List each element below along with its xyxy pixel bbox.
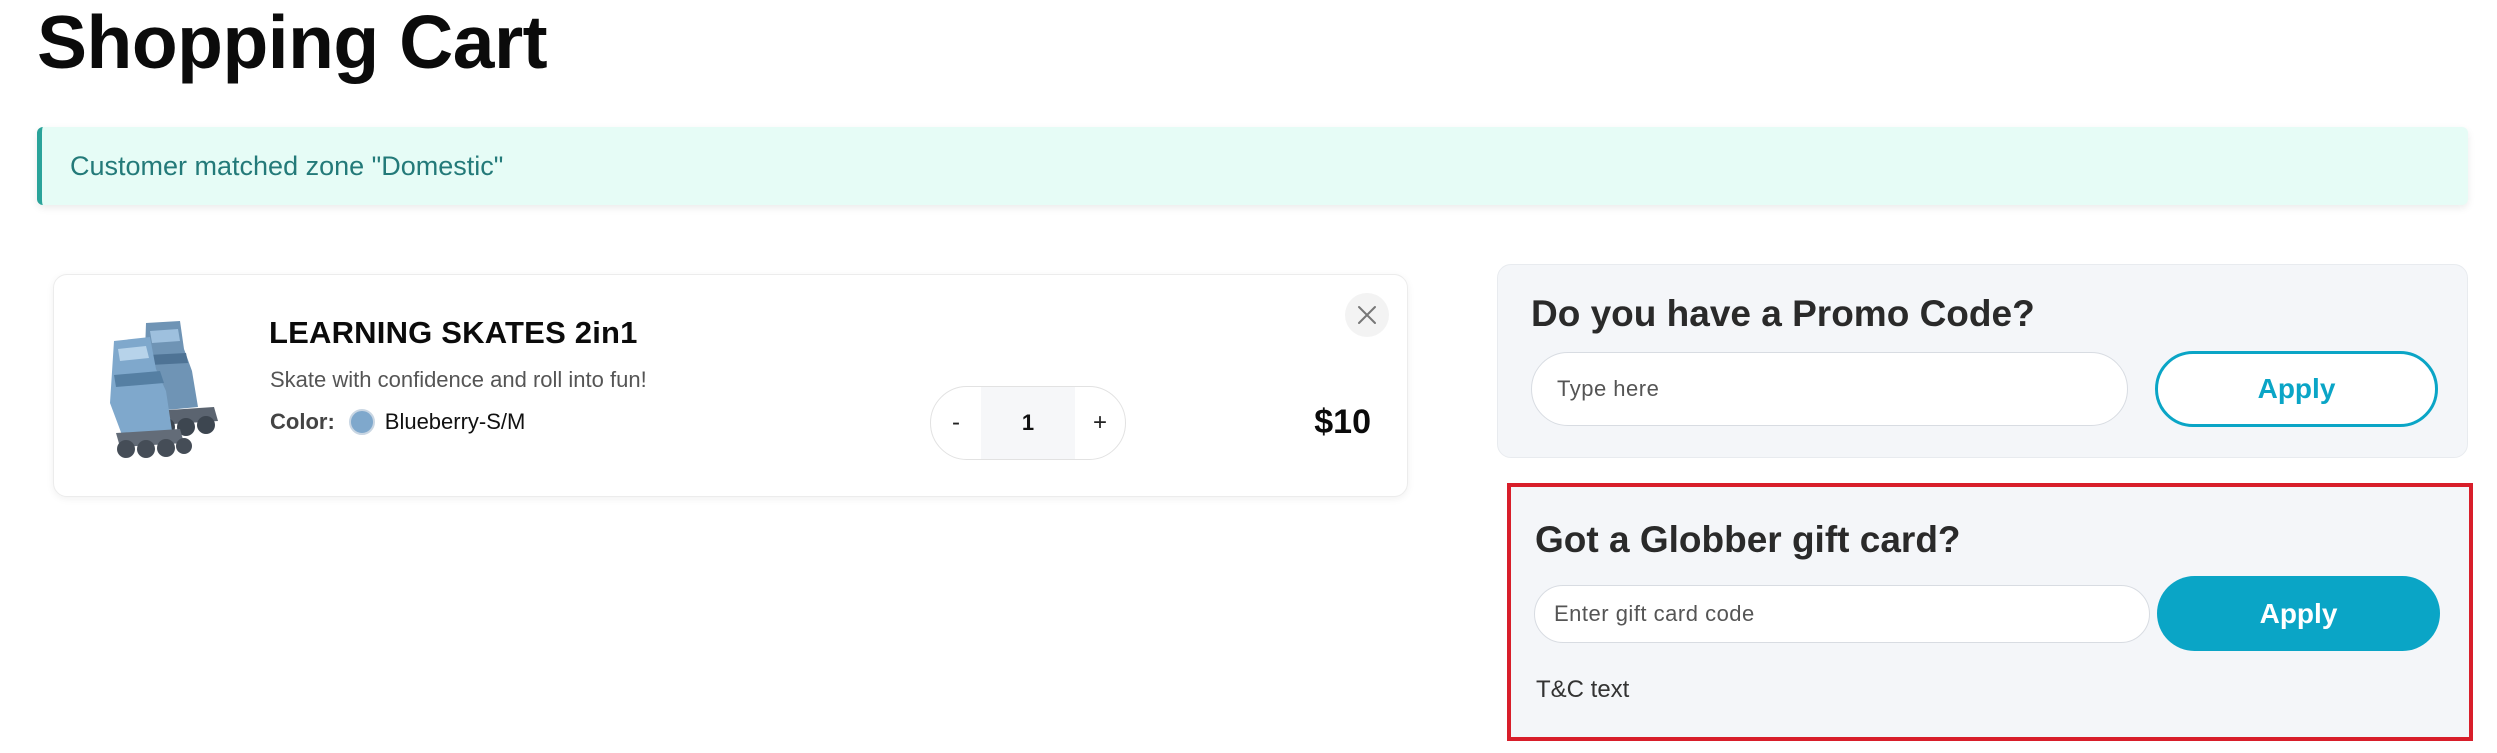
- product-description: Skate with confidence and roll into fun!: [270, 367, 647, 392]
- quantity-value[interactable]: 1: [981, 387, 1075, 459]
- zone-notice: Customer matched zone "Domestic": [37, 127, 2468, 205]
- promo-apply-button[interactable]: Apply: [2155, 351, 2438, 427]
- promo-code-input[interactable]: [1531, 352, 2128, 426]
- color-row: Color: Blueberry-S/M: [270, 409, 525, 435]
- page-title: Shopping Cart: [37, 0, 548, 84]
- decrement-button[interactable]: -: [931, 387, 981, 459]
- promo-code-panel: Do you have a Promo Code? Apply: [1497, 264, 2468, 458]
- terms-text: T&C text: [1536, 676, 1630, 703]
- quantity-stepper: - 1 +: [930, 386, 1126, 460]
- gift-card-panel: Got a Globber gift card? Apply T&C text: [1507, 483, 2473, 741]
- zone-notice-text: Customer matched zone "Domestic": [70, 150, 504, 181]
- gift-card-apply-button[interactable]: Apply: [2157, 576, 2440, 651]
- product-image[interactable]: [94, 311, 244, 461]
- close-icon: [1358, 306, 1376, 324]
- item-price: $10: [1314, 403, 1371, 441]
- gift-card-input[interactable]: [1534, 585, 2150, 643]
- skates-image: [110, 321, 218, 458]
- gift-card-title: Got a Globber gift card?: [1535, 519, 1961, 560]
- remove-item-button[interactable]: [1345, 293, 1389, 337]
- increment-button[interactable]: +: [1075, 387, 1125, 459]
- product-name[interactable]: LEARNING SKATES 2in1: [269, 315, 638, 351]
- cart-item: LEARNING SKATES 2in1 Skate with confiden…: [53, 274, 1408, 497]
- color-swatch: [348, 409, 375, 435]
- color-value: Blueberry-S/M: [384, 409, 526, 434]
- color-label: Color:: [270, 409, 335, 434]
- promo-title: Do you have a Promo Code?: [1531, 293, 2035, 334]
